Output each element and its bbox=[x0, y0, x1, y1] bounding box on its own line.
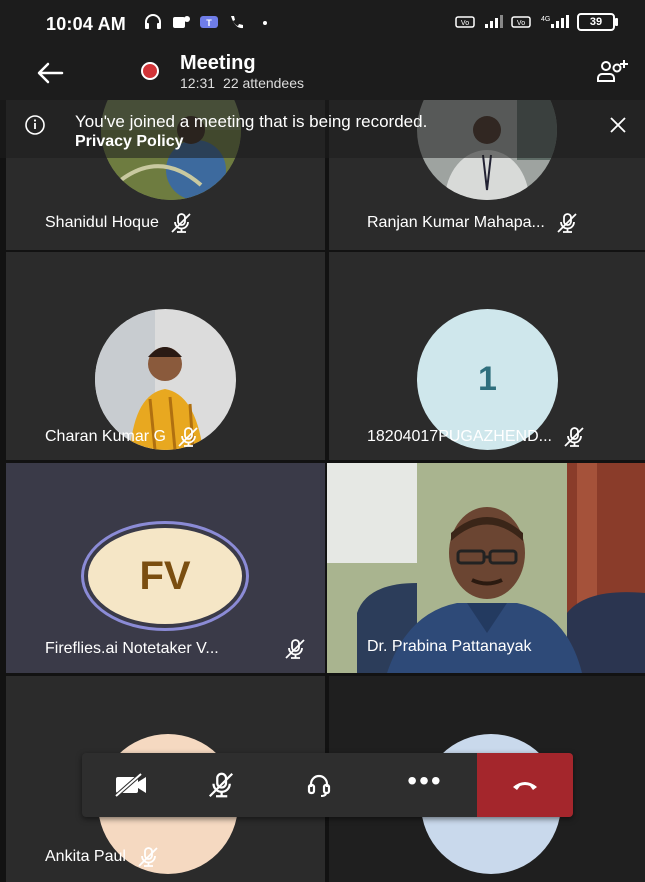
attendee-count: 22 attendees bbox=[223, 75, 305, 91]
avatar-initials: FV bbox=[139, 553, 191, 598]
camera-off-icon bbox=[114, 772, 146, 798]
participant-name: 18204017PUGAZHEND... bbox=[367, 428, 552, 445]
hang-up-icon bbox=[513, 782, 537, 790]
headset-status-icon bbox=[143, 14, 163, 30]
more-dots-icon: ••• bbox=[407, 765, 443, 796]
participant-initials-avatar: FV bbox=[81, 521, 249, 631]
status-bar: 10:04 AM T Vo Vo 4G 39 bbox=[0, 0, 645, 46]
recording-indicator-icon bbox=[141, 62, 159, 80]
mic-toggle-button[interactable] bbox=[180, 753, 262, 817]
participant-name: Fireflies.ai Notetaker V... bbox=[45, 640, 219, 657]
call-status-icon bbox=[227, 14, 247, 30]
participant-tile[interactable]: 1 18204017PUGAZHEND... bbox=[329, 252, 645, 460]
participant-name-row: Ranjan Kumar Mahapa... bbox=[367, 212, 579, 234]
participant-name: Dr. Prabina Pattanayak bbox=[367, 638, 532, 655]
camera-toggle-button[interactable] bbox=[90, 753, 172, 817]
battery-icon: 39 bbox=[577, 13, 618, 31]
svg-text:T: T bbox=[206, 18, 212, 28]
recording-banner: You've joined a meeting that is being re… bbox=[0, 100, 645, 158]
participant-name-row: 18204017PUGAZHEND... bbox=[367, 426, 586, 448]
participant-name: Shanidul Hoque bbox=[45, 214, 159, 231]
participant-video-tile[interactable]: Dr. Prabina Pattanayak bbox=[327, 463, 645, 673]
mic-off-icon bbox=[283, 638, 307, 660]
status-time: 10:04 AM bbox=[46, 14, 126, 34]
mic-off-icon bbox=[562, 426, 586, 448]
meeting-header: Meeting 12:31 22 attendees bbox=[0, 46, 645, 100]
more-options-button[interactable]: ••• bbox=[384, 753, 466, 817]
dot-status-icon bbox=[255, 14, 275, 30]
close-icon[interactable] bbox=[607, 114, 629, 136]
participant-name-row: Ankita Paul bbox=[45, 846, 160, 868]
volte-icon-2: Vo bbox=[511, 14, 531, 30]
signal-4g-icon: 4G bbox=[539, 14, 569, 30]
teams-status-icon bbox=[171, 14, 191, 30]
participant-tile[interactable]: Charan Kumar G bbox=[6, 252, 325, 460]
svg-text:Vo: Vo bbox=[517, 20, 525, 27]
end-call-button[interactable] bbox=[477, 753, 573, 817]
teams-video-status-icon: T bbox=[199, 14, 219, 30]
participant-name-row: Fireflies.ai Notetaker V... bbox=[45, 638, 325, 660]
status-right-icons: Vo Vo 4G 39 bbox=[455, 13, 618, 31]
mic-off-icon bbox=[136, 846, 160, 868]
meeting-duration: 12:31 bbox=[180, 75, 216, 91]
status-left-icons: T bbox=[143, 14, 275, 30]
mic-off-icon bbox=[169, 212, 193, 234]
meeting-subtitle: 12:31 22 attendees bbox=[180, 75, 312, 91]
mic-off-icon bbox=[555, 212, 579, 234]
svg-text:Vo: Vo bbox=[461, 20, 469, 27]
meeting-title: Meeting bbox=[180, 52, 256, 74]
call-controls-bar: ••• bbox=[82, 753, 573, 817]
participant-tile[interactable]: FV Fireflies.ai Notetaker V... bbox=[6, 463, 325, 673]
svg-text:4G: 4G bbox=[541, 16, 550, 23]
privacy-policy-link[interactable]: Privacy Policy bbox=[75, 133, 184, 151]
volte-icon: Vo bbox=[455, 14, 475, 30]
back-arrow-icon[interactable] bbox=[34, 59, 66, 87]
participant-name: Ankita Paul bbox=[45, 848, 126, 865]
add-participants-icon[interactable] bbox=[595, 56, 631, 88]
banner-message: You've joined a meeting that is being re… bbox=[75, 112, 428, 131]
participant-name-row: Shanidul Hoque bbox=[45, 212, 193, 234]
participant-name-row: Dr. Prabina Pattanayak bbox=[367, 638, 532, 656]
avatar-initials: 1 bbox=[478, 360, 497, 398]
participant-name: Ranjan Kumar Mahapa... bbox=[367, 214, 545, 231]
participant-name-row: Charan Kumar G bbox=[45, 426, 200, 448]
info-icon bbox=[24, 114, 46, 136]
audio-options-button[interactable] bbox=[278, 753, 360, 817]
headset-icon bbox=[307, 774, 331, 797]
mic-off-icon bbox=[176, 426, 200, 448]
participant-name: Charan Kumar G bbox=[45, 428, 166, 445]
signal-icon-1 bbox=[483, 14, 503, 30]
mic-off-icon bbox=[208, 772, 234, 798]
